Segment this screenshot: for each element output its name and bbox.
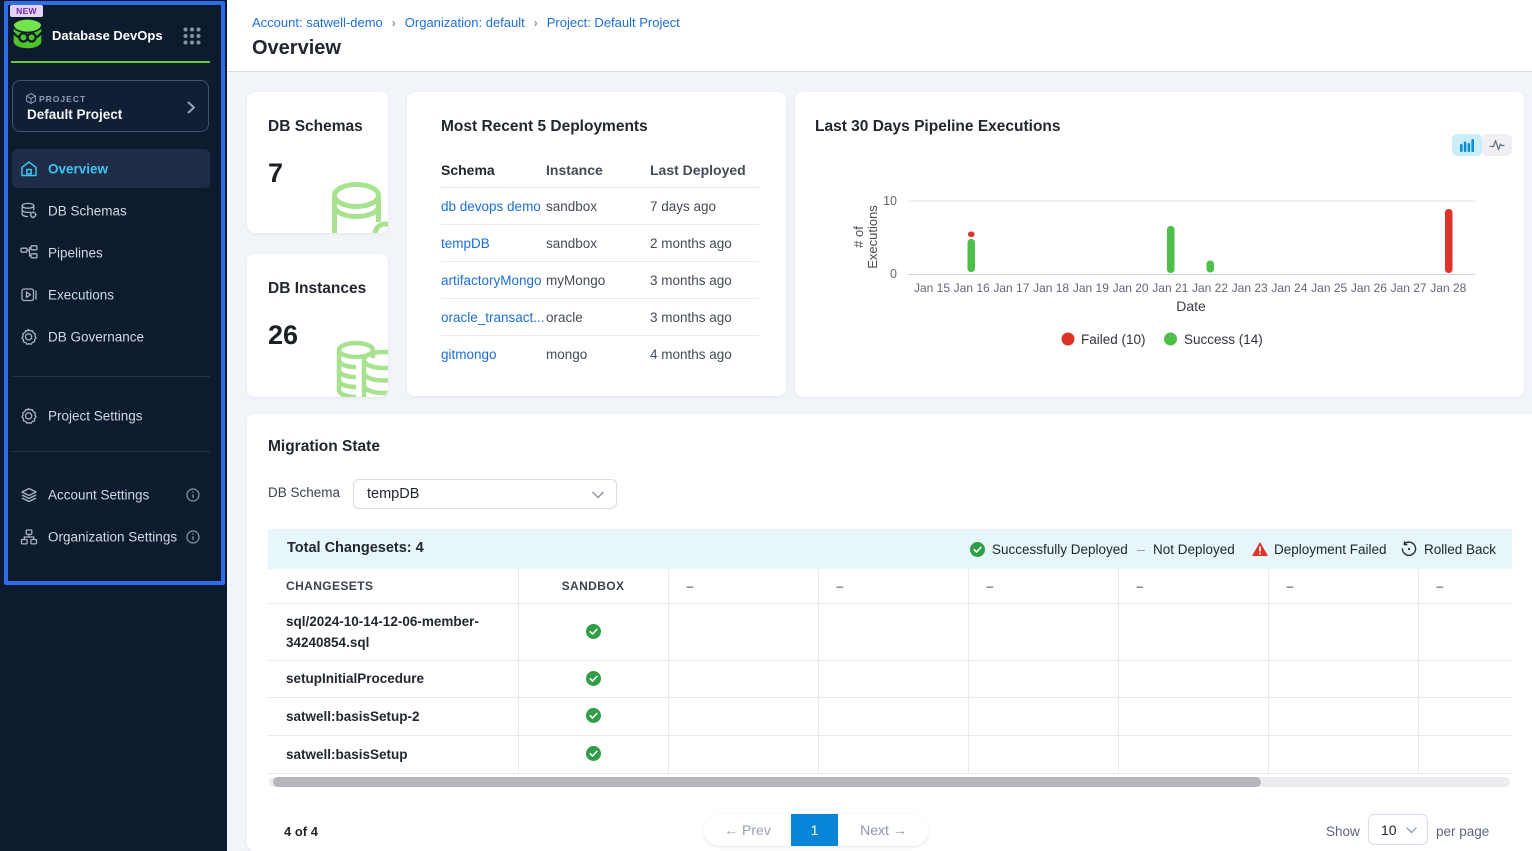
svg-text:Jan 23: Jan 23 (1232, 281, 1268, 295)
svg-text:Jan 28: Jan 28 (1430, 281, 1466, 295)
svg-text:Jan 25: Jan 25 (1311, 281, 1347, 295)
svg-text:0: 0 (890, 267, 897, 281)
svg-text:Jan 26: Jan 26 (1351, 281, 1387, 295)
svg-text:Jan 24: Jan 24 (1271, 281, 1307, 295)
svg-text:Success (14): Success (14) (1184, 332, 1263, 347)
svg-text:# ofExecutions: # ofExecutions (851, 205, 880, 269)
svg-text:Jan 22: Jan 22 (1192, 281, 1228, 295)
svg-text:Failed (10): Failed (10) (1081, 332, 1146, 347)
svg-text:Jan 16: Jan 16 (954, 281, 990, 295)
svg-text:Jan 19: Jan 19 (1073, 281, 1109, 295)
svg-text:Jan 18: Jan 18 (1033, 281, 1069, 295)
svg-text:Jan 15: Jan 15 (914, 281, 950, 295)
svg-text:Jan 21: Jan 21 (1152, 281, 1188, 295)
svg-text:10: 10 (883, 194, 897, 208)
svg-text:Jan 17: Jan 17 (993, 281, 1029, 295)
svg-text:Jan 20: Jan 20 (1113, 281, 1149, 295)
svg-text:Jan 27: Jan 27 (1391, 281, 1427, 295)
svg-text:Date: Date (1176, 298, 1206, 314)
